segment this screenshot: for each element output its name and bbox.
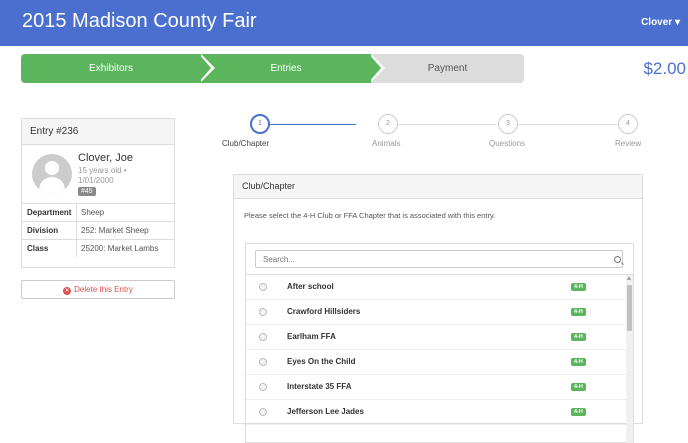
delete-entry-label: Delete this Entry <box>74 285 133 294</box>
club-name: After school <box>287 282 334 291</box>
club-type-badge: 4-H <box>571 308 586 316</box>
scroll-up-icon[interactable] <box>627 276 631 280</box>
club-name: Jefferson Lee Jades <box>287 407 364 416</box>
division-value: 252: Market Sheep <box>81 226 149 235</box>
remove-circle-icon: ✕ <box>63 287 72 295</box>
club-type-badge: 4-H <box>571 333 586 341</box>
club-list-box: After school 4-H Crawford Hillsiders 4-H… <box>245 243 634 443</box>
club-name: Interstate 35 FFA <box>287 382 352 391</box>
club-type-badge: 4-H <box>571 283 586 291</box>
department-value: Sheep <box>81 208 105 217</box>
entry-title: Entry #236 <box>22 119 174 145</box>
row-divider <box>76 240 77 257</box>
entry-class-row: Class 25200: Market Lambs <box>22 240 174 258</box>
division-label: Division <box>27 226 59 235</box>
radio-button[interactable] <box>259 358 267 366</box>
exhibitor-name: Clover, Joe <box>78 152 134 164</box>
list-scrollbar[interactable] <box>626 275 633 443</box>
avatar-body-shape <box>39 177 65 194</box>
radio-button[interactable] <box>259 383 267 391</box>
step-exhibitors[interactable]: Exhibitors <box>21 54 201 83</box>
wizard-connector <box>518 124 618 125</box>
exhibitor-age: 15 years old • <box>78 166 127 175</box>
wizard-step-1[interactable]: 1 <box>250 114 270 134</box>
club-help-text: Please select the 4-H Club or FFA Chapte… <box>244 211 496 220</box>
entry-summary-panel: Entry #236 Clover, Joe 15 years old • 1/… <box>21 118 175 268</box>
delete-entry-button[interactable]: ✕ Delete this Entry <box>21 280 175 299</box>
wizard-connector <box>398 124 496 125</box>
wizard-step-2[interactable]: 2 <box>378 114 398 134</box>
radio-button[interactable] <box>259 308 267 316</box>
search-icon <box>614 256 621 263</box>
scrollbar-thumb[interactable] <box>627 285 632 331</box>
club-type-badge: 4-H <box>571 358 586 366</box>
checkout-progress: Exhibitors Entries Payment <box>21 54 524 83</box>
cart-total: $2.00 <box>643 59 686 78</box>
list-item[interactable]: Earlham FFA 4-H <box>246 325 626 350</box>
wizard-step-1-label: Club/Chapter <box>222 139 270 148</box>
class-value: 25200: Market Lambs <box>81 244 159 253</box>
row-divider <box>76 204 77 221</box>
exhibitor-dob: 1/01/2000 <box>78 176 114 185</box>
club-name: Earlham FFA <box>287 332 336 341</box>
club-name: Eyes On the Child <box>287 357 356 366</box>
radio-button[interactable] <box>259 333 267 341</box>
wizard-connector <box>260 124 356 125</box>
wizard-step-3-label: Questions <box>489 139 526 148</box>
exhibitor-info: Clover, Joe 15 years old • 1/01/2000 #45 <box>22 145 174 204</box>
list-item[interactable]: Interstate 35 FFA 4-H <box>246 375 626 400</box>
app-title[interactable]: 2015 Madison County Fair <box>22 10 257 33</box>
club-chapter-panel: Club/Chapter Please select the 4-H Club … <box>233 174 643 443</box>
club-panel-heading: Club/Chapter <box>234 175 642 199</box>
avatar-head-shape <box>45 161 59 175</box>
wizard-step-3[interactable]: 3 <box>498 114 518 134</box>
radio-button[interactable] <box>259 408 267 416</box>
radio-button[interactable] <box>259 283 267 291</box>
step-arrow <box>199 54 211 82</box>
class-label: Class <box>27 244 49 253</box>
list-item[interactable]: After school 4-H <box>246 275 626 300</box>
user-menu[interactable]: Clover ▾ <box>641 17 680 28</box>
department-label: Department <box>27 208 72 217</box>
entry-division-row: Division 252: Market Sheep <box>22 222 174 240</box>
wizard-step-2-label: Animals <box>372 139 401 148</box>
club-type-badge: 4-H <box>571 383 586 391</box>
wizard-step-4[interactable]: 4 <box>618 114 638 134</box>
club-search-input[interactable] <box>255 250 623 268</box>
club-type-badge: 4-H <box>571 408 586 416</box>
wizard-step-4-label: Review <box>615 139 642 148</box>
list-item[interactable]: Eyes On the Child 4-H <box>246 350 626 375</box>
entry-department-row: Department Sheep <box>22 204 174 222</box>
entry-wizard-steps: 1 Club/Chapter 2 Animals 3 Questions 4 R… <box>222 114 650 154</box>
avatar <box>32 154 72 194</box>
step-arrow <box>369 54 381 82</box>
club-name: Crawford Hillsiders <box>287 307 361 316</box>
club-list: After school 4-H Crawford Hillsiders 4-H… <box>246 275 626 425</box>
row-divider <box>76 222 77 239</box>
list-item[interactable]: Crawford Hillsiders 4-H <box>246 300 626 325</box>
top-navbar: 2015 Madison County Fair Clover ▾ <box>0 0 688 46</box>
exhibitor-number-badge: #45 <box>78 187 96 196</box>
step-entries[interactable]: Entries <box>201 54 371 83</box>
step-payment[interactable]: Payment <box>371 54 524 83</box>
